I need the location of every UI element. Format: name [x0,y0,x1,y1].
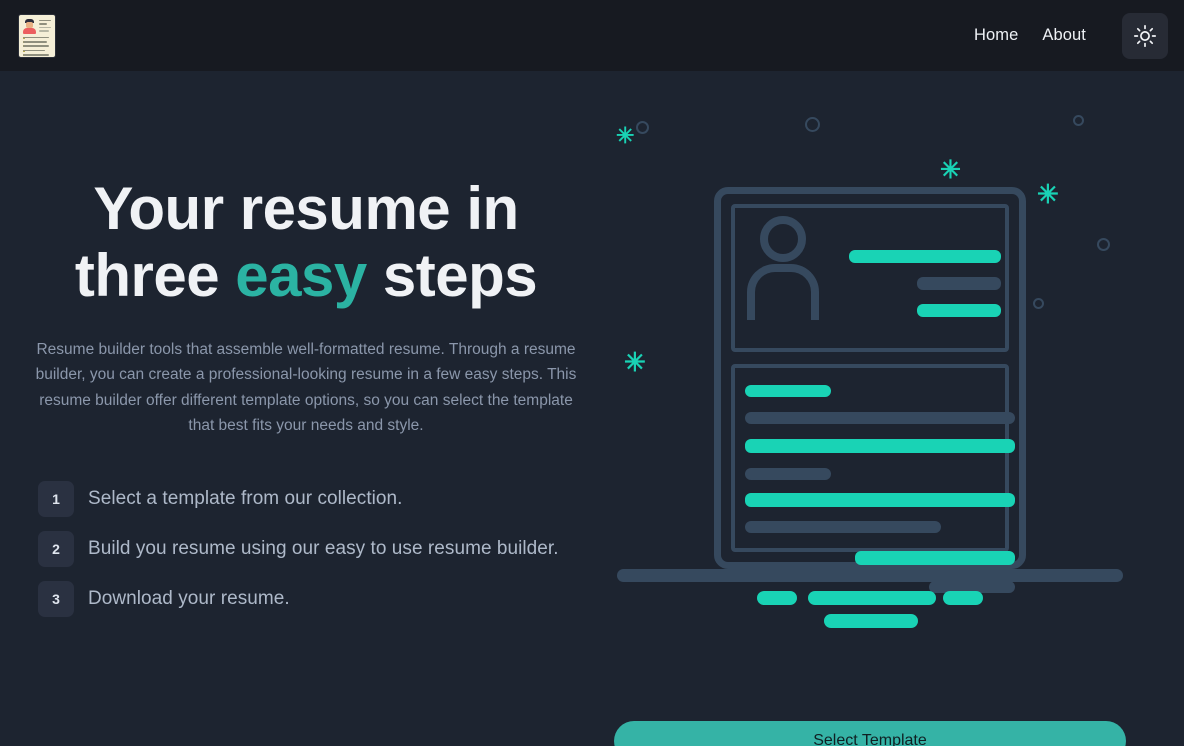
document-line [745,521,941,533]
decorative-ring-icon [805,117,820,132]
logo-avatar-icon [23,18,36,34]
select-template-button[interactable]: Select Template [614,721,1126,746]
logo-line-row [23,40,51,43]
sparkle-icon: ✳ [624,347,646,377]
avatar-shoulders [747,264,819,320]
logo-line [23,45,49,48]
logo-avatar-body [23,27,36,34]
logo-top-row [23,18,51,34]
step-number-badge: 2 [38,530,74,567]
illustration-column: ✳ ✳ ✳ ✳ [612,71,1184,746]
document-frame [714,187,1026,593]
logo-line-row [23,49,51,52]
logo-line [39,26,51,28]
hero-title-line2-post: steps [366,242,538,310]
hero-text-column: Your resume in three easy steps Resume b… [0,71,612,746]
document-line [745,385,831,397]
document-line [745,412,1015,424]
step-number-badge: 1 [38,480,74,517]
logo-header-lines [39,19,51,34]
logo-line [23,49,45,52]
document-line [855,551,1015,565]
nav-link-home[interactable]: Home [974,26,1018,45]
hero-title-line1: Your resume in [93,175,519,242]
step-label: Build you resume using our easy to use r… [88,537,559,559]
document-line [745,439,1015,453]
logo-line [39,19,51,21]
base-accent-bar [757,591,797,605]
list-item: 3 Download your resume. [38,580,580,617]
decorative-ring-icon [1073,115,1084,126]
logo-line [23,54,49,56]
logo-body-lines [23,36,51,57]
step-number-badge: 3 [38,580,74,617]
logo-avatar-face [26,21,33,28]
step-label: Download your resume. [88,587,290,609]
document-base-bar [617,569,1123,582]
decorative-ring-icon [1033,298,1044,309]
hero-title-accent: easy [235,242,367,310]
base-accent-bar [943,591,983,605]
user-avatar-icon [747,216,819,320]
main-navigation: Home About [974,12,1168,59]
document-line [917,304,1001,317]
hero-title-line2-pre: three [74,242,236,310]
sun-icon [1133,24,1157,47]
sparkle-icon: ✳ [940,156,961,184]
document-line [745,468,831,480]
base-accent-bar [808,591,936,605]
resume-logo-icon[interactable] [18,13,56,58]
logo-line [23,36,49,39]
document-line [917,277,1001,290]
decorative-ring-icon [1097,238,1110,251]
resume-document-illustration: ✳ ✳ ✳ ✳ [612,71,1184,746]
theme-toggle-button[interactable] [1122,12,1168,59]
main-content: Your resume in three easy steps Resume b… [0,71,1184,746]
document-line [745,493,1015,507]
logo-line-row [23,45,51,48]
page-title: Your resume in three easy steps [46,175,566,309]
logo-line [39,23,48,25]
step-label: Select a template from our collection. [88,487,403,509]
decorative-ring-icon [636,121,649,134]
sparkle-icon: ✳ [616,123,635,148]
site-header: Home About [0,0,1184,71]
sparkle-icon: ✳ [1037,179,1059,209]
list-item: 1 Select a template from our collection. [38,480,580,517]
hero-description: Resume builder tools that assemble well-… [35,341,577,434]
logo-line-row [23,54,51,57]
avatar-head [760,216,806,262]
base-accent-bar [824,614,918,628]
nav-link-about[interactable]: About [1042,26,1086,45]
logo-line [39,30,50,32]
document-line [849,250,1001,263]
list-item: 2 Build you resume using our easy to use… [38,530,580,567]
steps-list: 1 Select a template from our collection.… [32,480,580,617]
logo-line-row [23,36,51,39]
logo-line [23,41,47,43]
